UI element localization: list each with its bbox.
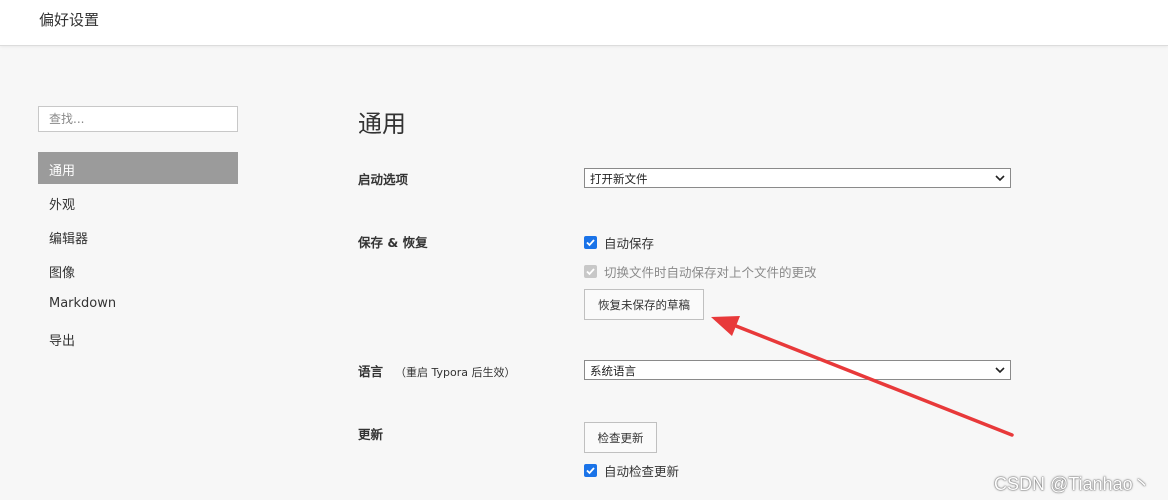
annotation-arrow xyxy=(711,316,1014,437)
watermark: CSDN @Tianhao丶 xyxy=(994,474,1151,494)
